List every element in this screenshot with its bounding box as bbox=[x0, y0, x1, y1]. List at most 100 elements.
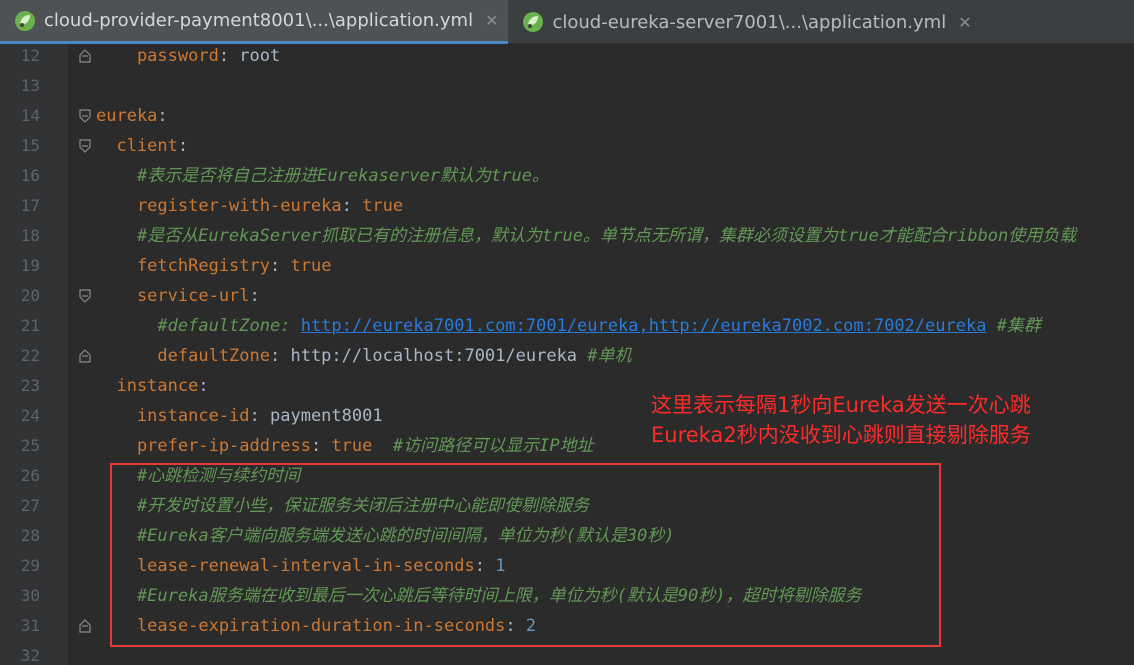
code-token-key: true bbox=[290, 256, 332, 276]
fold-open-icon[interactable] bbox=[78, 288, 92, 304]
tab-payment8001-application-yml[interactable]: cloud-provider-payment8001\...\applicati… bbox=[0, 0, 509, 44]
spring-leaf-icon bbox=[14, 10, 36, 32]
code-token-key: service-url bbox=[96, 286, 250, 306]
code-text: lease-renewal-interval-in-seconds: 1 bbox=[96, 551, 506, 581]
line-number: 22 bbox=[20, 346, 40, 365]
code-line[interactable]: 12 password: root bbox=[0, 44, 1134, 71]
fold-end-icon[interactable] bbox=[78, 618, 92, 634]
code-token-cmt: #开发时设置小些，保证服务关闭后注册中心能即使剔除服务 bbox=[96, 496, 590, 516]
fold-end-icon[interactable] bbox=[78, 348, 92, 364]
code-token-cmt: #表示是否将自己注册进Eurekaserver默认为true。 bbox=[96, 166, 549, 186]
code-token-key: instance bbox=[96, 376, 199, 396]
code-token-num: 2 bbox=[525, 616, 537, 636]
code-token-cmt: #Eureka服务端在收到最后一次心跳后等待时间上限，单位为秒(默认是90秒)，… bbox=[96, 586, 862, 606]
close-icon[interactable]: ✕ bbox=[485, 11, 498, 30]
code-line[interactable]: 29 lease-renewal-interval-in-seconds: 1 bbox=[0, 551, 1134, 581]
code-token-url: http://eureka7001.com:7001/eureka,http:/… bbox=[300, 316, 987, 336]
line-number: 21 bbox=[20, 316, 40, 335]
code-token-key: prefer-ip-address bbox=[96, 436, 311, 456]
code-line[interactable]: 21 #defaultZone: http://eureka7001.com:7… bbox=[0, 311, 1134, 341]
line-number: 13 bbox=[20, 76, 40, 95]
code-token-val: : payment8001 bbox=[249, 406, 383, 426]
fold-open-icon[interactable] bbox=[78, 138, 92, 154]
line-number: 20 bbox=[20, 286, 40, 305]
code-line[interactable]: 22 defaultZone: http://localhost:7001/eu… bbox=[0, 341, 1134, 371]
code-token-val: : bbox=[249, 286, 260, 306]
code-text: lease-expiration-duration-in-seconds: 2 bbox=[96, 611, 536, 641]
code-editor[interactable]: 12 password: root 13 14 eureka: 15 client: 16… bbox=[0, 44, 1134, 665]
fold-end-icon[interactable] bbox=[78, 48, 92, 64]
code-token-cmt: #访问路径可以显示IP地址 bbox=[372, 436, 594, 456]
code-text: register-with-eureka: true bbox=[96, 191, 403, 221]
code-token-key: lease-renewal-interval-in-seconds bbox=[96, 556, 475, 576]
code-text: #Eureka客户端向服务端发送心跳的时间间隔，单位为秒(默认是30秒) bbox=[96, 521, 675, 551]
line-number: 28 bbox=[20, 526, 40, 545]
line-number: 23 bbox=[20, 376, 40, 395]
code-text: #是否从EurekaServer抓取已有的注册信息，默认为true。单节点无所谓… bbox=[96, 221, 1076, 251]
code-line[interactable]: 26 #心跳检测与续约时间 bbox=[0, 461, 1134, 491]
code-token-val: : bbox=[270, 256, 291, 276]
code-text: eureka: bbox=[96, 101, 168, 131]
line-number: 12 bbox=[20, 46, 40, 65]
code-line[interactable]: 19 fetchRegistry: true bbox=[0, 251, 1134, 281]
line-number: 18 bbox=[20, 226, 40, 245]
code-line[interactable]: 32 bbox=[0, 641, 1134, 665]
line-number: 29 bbox=[20, 556, 40, 575]
code-line[interactable]: 18 #是否从EurekaServer抓取已有的注册信息，默认为true。单节点… bbox=[0, 221, 1134, 251]
code-text: password: root bbox=[96, 44, 280, 71]
code-text: instance: bbox=[96, 371, 209, 401]
line-number: 24 bbox=[20, 406, 40, 425]
line-number: 27 bbox=[20, 496, 40, 515]
code-token-cmt: #心跳检测与续约时间 bbox=[96, 466, 301, 486]
code-token-key: defaultZone bbox=[96, 346, 270, 366]
annotation-text: 这里表示每隔1秒向Eureka发送一次心跳 Eureka2秒内没收到心跳则直接剔除… bbox=[651, 390, 1031, 450]
code-text: instance-id: payment8001 bbox=[96, 401, 383, 431]
code-line[interactable]: 27 #开发时设置小些，保证服务关闭后注册中心能即使剔除服务 bbox=[0, 491, 1134, 521]
annotation-line-1: 这里表示每隔1秒向Eureka发送一次心跳 bbox=[651, 393, 1031, 417]
line-number: 30 bbox=[20, 586, 40, 605]
fold-open-icon[interactable] bbox=[78, 108, 92, 124]
code-line[interactable]: 13 bbox=[0, 71, 1134, 101]
annotation-line-2: Eureka2秒内没收到心跳则直接剔除服务 bbox=[651, 423, 1031, 447]
tab-label: cloud-provider-payment8001\...\applicati… bbox=[44, 10, 474, 31]
tab-eureka-server7001-application-yml[interactable]: cloud-eureka-server7001\...\application.… bbox=[508, 0, 981, 44]
close-icon[interactable]: ✕ bbox=[958, 13, 971, 32]
code-text: fetchRegistry: true bbox=[96, 251, 332, 281]
code-token-num: 1 bbox=[495, 556, 506, 576]
code-line[interactable]: 28 #Eureka客户端向服务端发送心跳的时间间隔，单位为秒(默认是30秒) bbox=[0, 521, 1134, 551]
code-token-key: true bbox=[362, 196, 404, 216]
editor-tab-bar: cloud-provider-payment8001\...\applicati… bbox=[0, 0, 1134, 44]
tab-label: cloud-eureka-server7001\...\application.… bbox=[552, 11, 947, 33]
code-token-val: : bbox=[474, 556, 496, 576]
code-line[interactable]: 17 register-with-eureka: true bbox=[0, 191, 1134, 221]
code-text: client: bbox=[96, 131, 188, 161]
line-number: 25 bbox=[20, 436, 40, 455]
code-token-key: eureka bbox=[96, 106, 158, 126]
code-token-key: instance-id bbox=[96, 406, 250, 426]
code-text: #表示是否将自己注册进Eurekaserver默认为true。 bbox=[96, 161, 549, 191]
line-number: 14 bbox=[20, 106, 40, 125]
line-number: 32 bbox=[20, 646, 40, 665]
code-token-key: password bbox=[96, 46, 219, 66]
code-line[interactable]: 20 service-url: bbox=[0, 281, 1134, 311]
code-line[interactable]: 30 #Eureka服务端在收到最后一次心跳后等待时间上限，单位为秒(默认是90… bbox=[0, 581, 1134, 611]
code-token-key: true bbox=[331, 436, 373, 456]
code-text: #defaultZone: http://eureka7001.com:7001… bbox=[96, 311, 1041, 341]
code-text: prefer-ip-address: true #访问路径可以显示IP地址 bbox=[96, 431, 594, 461]
spring-leaf-icon bbox=[522, 11, 544, 33]
code-line[interactable]: 14 eureka: bbox=[0, 101, 1134, 131]
line-number: 19 bbox=[20, 256, 40, 275]
code-token-cmt: #单机 bbox=[587, 346, 632, 366]
line-number: 31 bbox=[20, 616, 40, 635]
code-token-cmt: #Eureka客户端向服务端发送心跳的时间间隔，单位为秒(默认是30秒) bbox=[96, 526, 675, 546]
line-number: 26 bbox=[20, 466, 40, 485]
line-number: 15 bbox=[20, 136, 40, 155]
code-line[interactable]: 31 lease-expiration-duration-in-seconds:… bbox=[0, 611, 1134, 641]
code-line[interactable]: 15 client: bbox=[0, 131, 1134, 161]
code-text: service-url: bbox=[96, 281, 260, 311]
code-line[interactable]: 16 #表示是否将自己注册进Eurekaserver默认为true。 bbox=[0, 161, 1134, 191]
code-token-val: : bbox=[310, 436, 332, 456]
code-text: #开发时设置小些，保证服务关闭后注册中心能即使剔除服务 bbox=[96, 491, 589, 521]
code-token-val: : bbox=[198, 376, 209, 396]
code-token-val: : bbox=[505, 616, 526, 636]
